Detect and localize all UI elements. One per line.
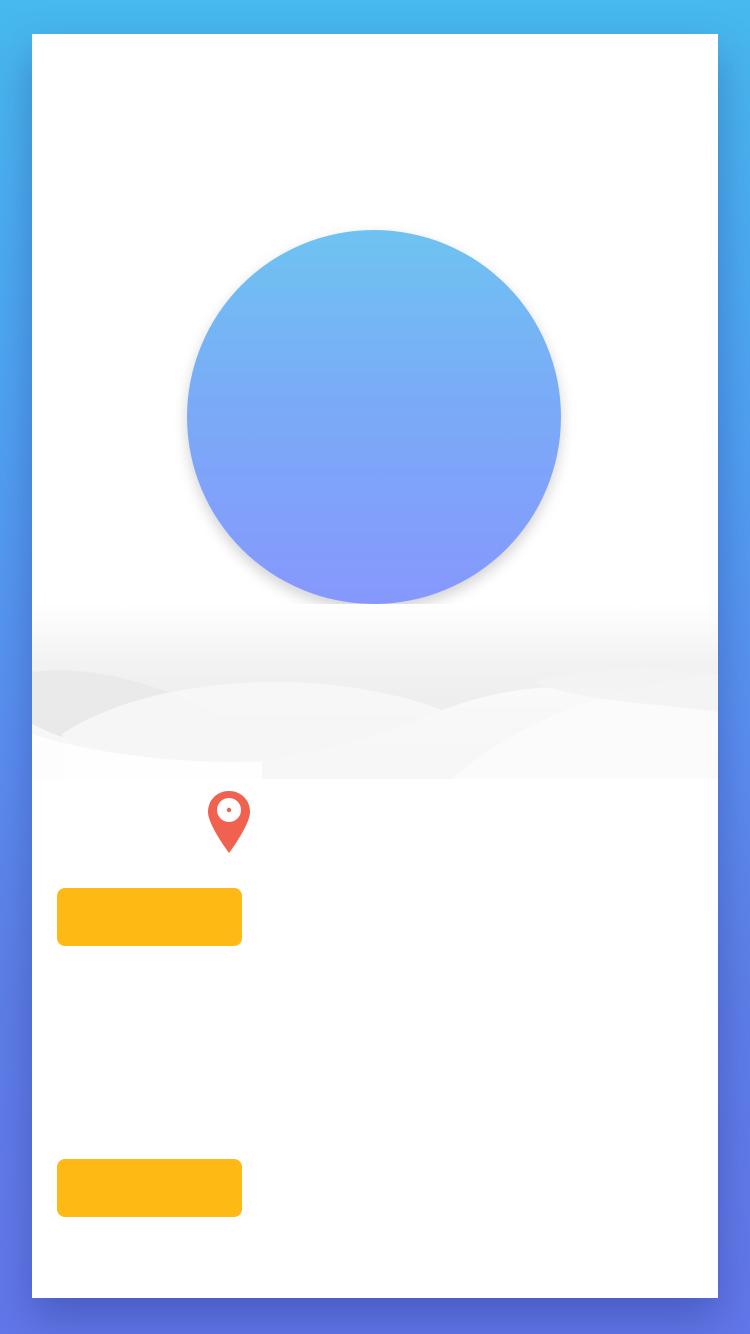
secondary-action-button[interactable]: [57, 1159, 242, 1217]
page-background: { "colors": { "background_top": "#47b9ee…: [0, 0, 750, 1334]
content-card: [32, 34, 718, 1298]
wave-decoration: [32, 604, 718, 779]
map-pin-icon: [208, 791, 250, 853]
hero-circle-image: [187, 230, 561, 604]
primary-action-button[interactable]: [57, 888, 242, 946]
